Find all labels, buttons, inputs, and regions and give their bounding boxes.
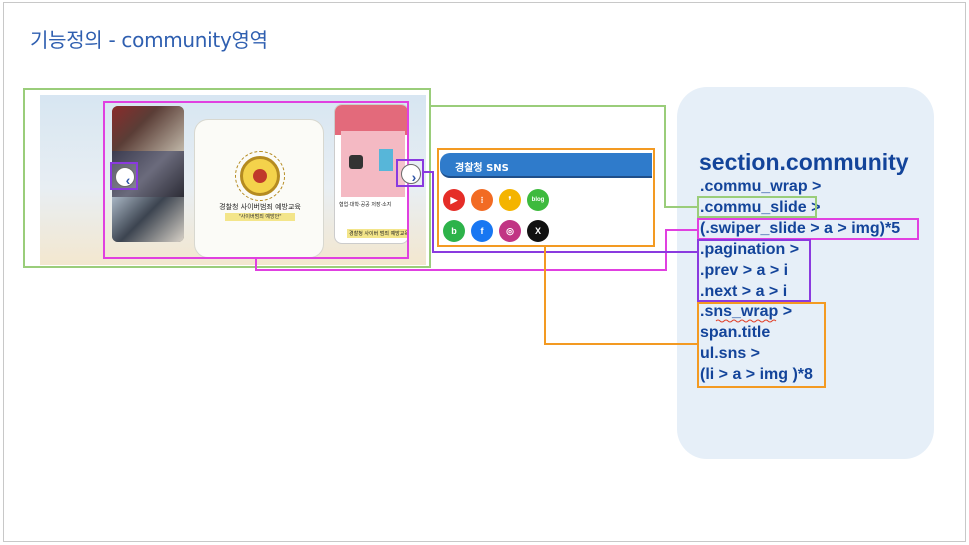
code-line: (.swiper_slide > a > img)*5 (700, 220, 901, 237)
blog-glyph: blog (531, 197, 545, 203)
facebook-icon[interactable]: f (471, 220, 493, 242)
kakaostory-glyph: ❜ (508, 195, 512, 205)
code-line: .commu_wrap > (700, 178, 822, 195)
next-button[interactable]: › (396, 159, 424, 187)
dots-app-icon[interactable]: ⁝ (471, 189, 493, 211)
code-line: .sns_wrap > (700, 303, 793, 320)
code-line: .next > a > i (700, 283, 788, 300)
band-glyph: b (451, 226, 457, 236)
code-line: .commu_slide > (700, 199, 821, 216)
prev-button[interactable]: ‹ (110, 162, 138, 190)
next-circle: › (401, 164, 421, 185)
code-line: span.title (700, 324, 771, 341)
code-line: .pagination > (700, 241, 800, 258)
code-line: (li > a > img )*8 (700, 366, 813, 383)
instagram-icon[interactable]: ◎ (499, 220, 521, 242)
sns-title: 경찰청 SNS (455, 163, 509, 174)
dots-app-glyph: ⁝ (480, 195, 484, 205)
kakaostory-icon[interactable]: ❜ (499, 189, 521, 211)
section-heading: section.community (699, 149, 909, 175)
x-icon[interactable]: X (527, 220, 549, 242)
x-glyph: X (534, 226, 541, 236)
facebook-glyph: f (480, 226, 484, 236)
instagram-glyph: ◎ (506, 226, 514, 236)
page-title: 기능정의 - community영역 (30, 28, 268, 52)
commu-slide-outline (103, 101, 409, 259)
youtube-glyph: ▶ (450, 195, 458, 205)
prev-circle: ‹ (115, 167, 135, 188)
code-line: .prev > a > i (700, 262, 789, 279)
youtube-icon[interactable]: ▶ (443, 189, 465, 211)
code-line: ul.sns > (700, 345, 761, 362)
chevron-left-icon: ‹ (125, 172, 131, 188)
chevron-right-icon: › (411, 169, 417, 185)
band-icon[interactable]: b (443, 220, 465, 242)
blog-icon[interactable]: blog (527, 189, 549, 211)
